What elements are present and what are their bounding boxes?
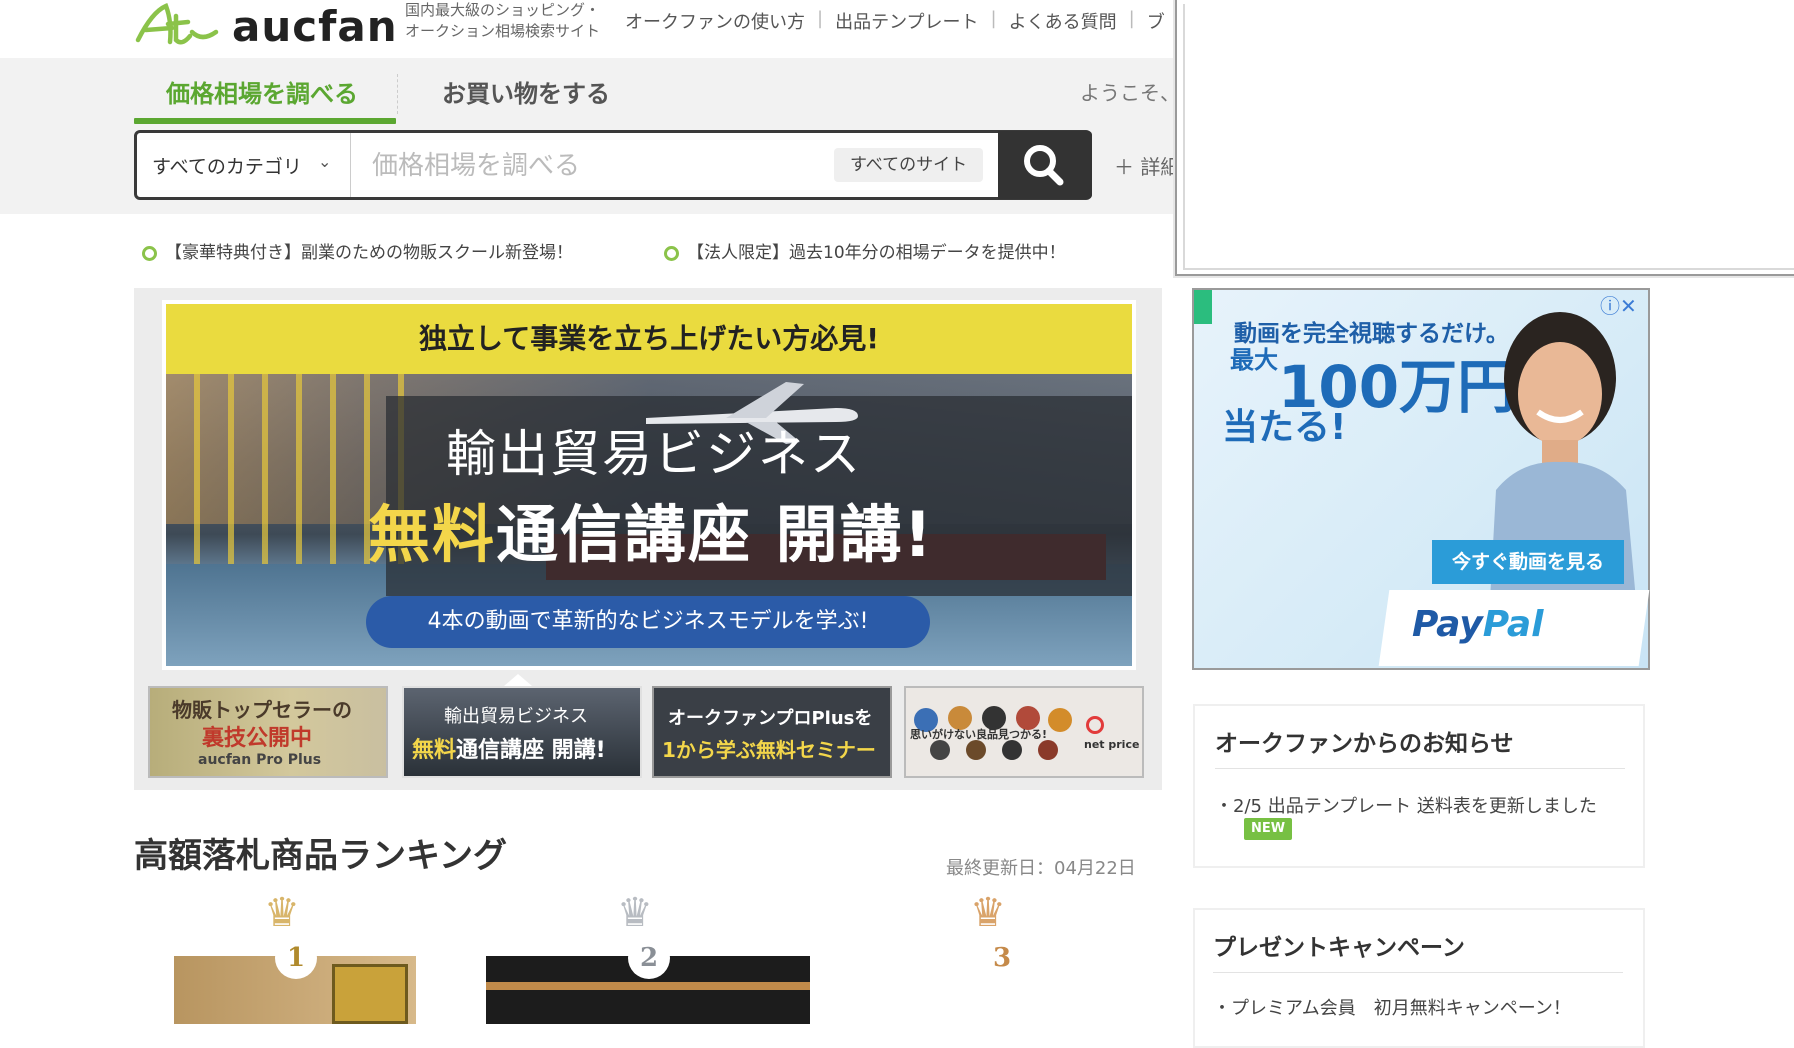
thumb-highlight: 無料セミナー	[755, 738, 876, 762]
rank-number: 3	[992, 943, 1012, 973]
crown-silver-icon: ♛	[617, 890, 653, 936]
banner-subtitle-highlight: 無料	[368, 498, 497, 571]
selected-thumb-indicator	[504, 674, 532, 686]
ad-text: 当たる!	[1222, 407, 1347, 448]
info-item-link[interactable]: ・2/5 出品テンプレート 送料表を更新しました	[1215, 792, 1597, 818]
nav-separator: |	[1128, 8, 1135, 29]
banner-thumb-3[interactable]: オークファンプロPlusを 1から学ぶ無料セミナー	[652, 686, 892, 778]
ad-text-small: 最大	[1230, 346, 1278, 374]
thumb-text: 輸出貿易ビジネス	[444, 706, 588, 727]
rank-number: 2	[628, 937, 670, 979]
tab-shopping[interactable]: お買い物をする	[442, 74, 610, 109]
panel-divider	[1215, 768, 1625, 769]
rank-number: 1	[275, 937, 317, 979]
overlay-window-content	[1183, 4, 1794, 270]
thumb-text: オークファンプロPlusを	[668, 708, 873, 729]
site-filter-button[interactable]: すべてのサイト	[834, 148, 984, 182]
banner-headline: 独立して事業を立ち上げたい方必見!	[166, 304, 1132, 374]
nav-link-faq[interactable]: よくある質問	[1009, 8, 1117, 34]
welcome-text: ようこそ、	[1080, 81, 1180, 105]
nav-link-howto[interactable]: オークファンの使い方	[625, 8, 805, 34]
info-panel-title: オークファンからのお知らせ	[1215, 731, 1514, 757]
advanced-search-link[interactable]: ＋ 詳細	[1114, 151, 1180, 180]
thumb-text: 思いがけない良品見つかる!	[910, 728, 1048, 741]
thumb-text: 無料通信講座 開講!	[412, 732, 606, 764]
site-tagline: 国内最大級のショッピング・ オークション相場検索サイト	[405, 0, 600, 42]
paypal-logo-pay: Pay	[1412, 604, 1483, 645]
crown-gold-icon: ♛	[264, 890, 300, 936]
search-input[interactable]	[358, 133, 834, 199]
notice-text: 【法人限定】過去10年分の相場データを提供中！	[687, 243, 1066, 263]
banner-thumb-1[interactable]: 物販トップセラーの 裏技公開中 aucfan Pro Plus	[148, 686, 388, 778]
crown-bronze-icon: ♛	[970, 890, 1006, 936]
campaign-item-link[interactable]: ・プレミアム会員 初月無料キャンペーン！	[1213, 994, 1571, 1020]
banner-thumb-4[interactable]: 思いがけない良品見つかる! net price	[904, 686, 1144, 778]
chevron-down-icon[interactable]: ⌄	[318, 152, 331, 171]
top-nav: オークファンの使い方 | 出品テンプレート | よくある質問 | ブ	[625, 8, 1165, 34]
banner-subtitle-text: 通信講座 開講!	[496, 498, 934, 571]
new-badge: NEW	[1244, 818, 1292, 840]
nav-separator: |	[817, 8, 824, 29]
ad-refresh-icon	[1194, 290, 1212, 324]
thumb-logo: net price	[1084, 738, 1140, 751]
thumb-highlight: 無料	[412, 738, 457, 763]
banner-caption: 4本の動画で革新的なビジネスモデルを学ぶ!	[366, 596, 930, 648]
aucfan-logo-icon[interactable]	[132, 2, 222, 46]
notice-text: 【豪華特典付き】副業のための物販スクール新登場！	[165, 243, 573, 263]
thumb-text: 裏技公開中	[202, 726, 313, 751]
logo-text[interactable]: aucfan	[232, 2, 398, 51]
thumb-logo: aucfan Pro Plus	[198, 752, 322, 768]
category-select[interactable]: すべてのカテゴリ	[152, 152, 302, 179]
info-panel: オークファンからのお知らせ ・2/5 出品テンプレート 送料表を更新しました	[1193, 704, 1645, 868]
ranking-title: 高額落札商品ランキング	[134, 836, 507, 876]
tagline-line-2: オークション相場検索サイト	[405, 22, 601, 40]
circle-bullet-icon	[142, 245, 157, 261]
banner-thumb-2[interactable]: 輸出貿易ビジネス 無料通信講座 開講!	[402, 686, 642, 778]
tagline-line-1: 国内最大級のショッピング・	[405, 1, 601, 19]
nav-link-template[interactable]: 出品テンプレート	[835, 8, 978, 34]
paypal-logo-pal: Pal	[1482, 604, 1544, 645]
thumb-text: 物販トップセラーの	[172, 698, 352, 722]
search-divider	[350, 133, 351, 197]
circle-bullet-icon	[664, 245, 679, 261]
nav-link-blog[interactable]: ブ	[1147, 8, 1165, 34]
search-button[interactable]	[998, 131, 1092, 199]
thumb-text: 1から学ぶ無料セミナー	[662, 734, 876, 763]
paypal-logo: PayPal	[1412, 604, 1543, 645]
banner-subtitle: 無料通信講座 開講!	[368, 484, 934, 574]
search-icon	[1024, 145, 1064, 186]
nav-separator: |	[990, 8, 997, 29]
ad-cta-button[interactable]: 今すぐ動画を見る	[1432, 540, 1624, 584]
panel-divider	[1213, 972, 1623, 973]
tab-price-search[interactable]: 価格相場を調べる	[166, 74, 358, 109]
banner-title: 輸出貿易ビジネス	[446, 425, 862, 483]
notice-link-data[interactable]: 【法人限定】過去10年分の相場データを提供中！	[664, 238, 1066, 263]
netprice-logo-icon	[1086, 716, 1104, 734]
thumb-text: 通信講座 開講!	[456, 738, 606, 763]
tab-divider	[397, 74, 399, 114]
campaign-panel: プレゼントキャンペーン ・プレミアム会員 初月無料キャンペーン！	[1193, 908, 1645, 1048]
last-updated: 最終更新日：04月22日	[946, 858, 1136, 879]
campaign-panel-title: プレゼントキャンペーン	[1213, 935, 1465, 961]
thumb-text: 1から学ぶ	[662, 738, 756, 762]
active-tab-indicator	[134, 118, 396, 124]
notice-link-school[interactable]: 【豪華特典付き】副業のための物販スクール新登場！	[142, 238, 573, 263]
